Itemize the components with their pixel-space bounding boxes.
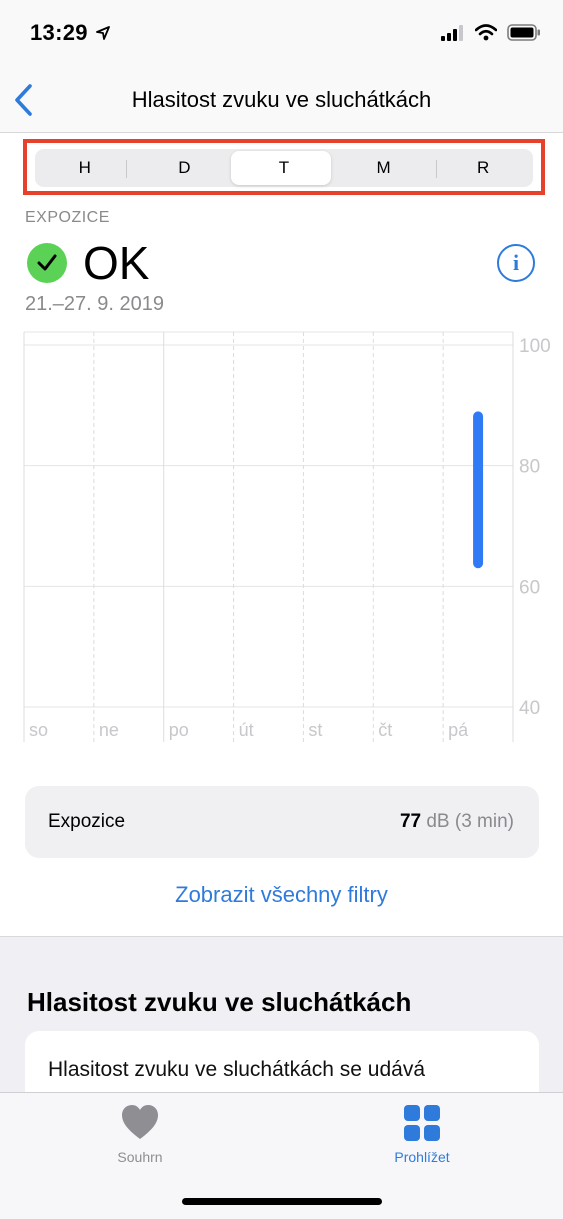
show-all-filters-link[interactable]: Zobrazit všechny filtry bbox=[0, 882, 563, 908]
tab-browse-label: Prohlížet bbox=[394, 1149, 450, 1165]
y-tick-label: 100 bbox=[519, 336, 551, 357]
exposure-chart[interactable]: 100 80 60 40 so ne po út st čt pá bbox=[0, 330, 563, 750]
status-time: 13:29 bbox=[30, 20, 111, 46]
battery-icon bbox=[507, 24, 540, 41]
tab-summary-label: Souhrn bbox=[117, 1149, 163, 1165]
segment-label: D bbox=[178, 158, 191, 177]
x-tick-label: ne bbox=[99, 720, 119, 740]
segment-hour[interactable]: H bbox=[35, 149, 135, 187]
cellular-signal-icon bbox=[441, 25, 463, 41]
exposure-value: 77 dB (3 min) bbox=[400, 811, 514, 833]
info-icon[interactable]: i bbox=[497, 244, 535, 282]
time-range-segmented-control: H D T M R bbox=[35, 149, 533, 187]
status-indicators bbox=[441, 24, 541, 41]
segment-label: M bbox=[376, 158, 391, 177]
exposure-number: 77 bbox=[399, 811, 422, 832]
location-arrow-icon bbox=[96, 26, 111, 40]
tab-summary[interactable]: Souhrn bbox=[80, 1103, 200, 1165]
range-bar bbox=[473, 411, 484, 569]
segment-week[interactable]: T bbox=[231, 149, 334, 187]
nav-bar: Hlasitost zvuku ve sluchátkách bbox=[0, 70, 563, 133]
grid-icon bbox=[404, 1105, 440, 1141]
segment-label: T bbox=[278, 158, 290, 177]
segment-day[interactable]: D bbox=[135, 149, 235, 187]
segment-month[interactable]: M bbox=[334, 149, 434, 187]
exposure-unit: dB (3 min) bbox=[426, 811, 514, 832]
segment-year[interactable]: R bbox=[433, 149, 533, 187]
segment-divider bbox=[436, 160, 437, 178]
section-title: Hlasitost zvuku ve sluchátkách bbox=[27, 987, 412, 1017]
tab-browse[interactable]: Prohlížet bbox=[362, 1103, 482, 1165]
wifi-icon bbox=[475, 24, 497, 41]
exposure-section-label: EXPOZICE bbox=[25, 209, 110, 226]
page-title: Hlasitost zvuku ve sluchátkách bbox=[131, 87, 432, 112]
exposure-status: OK bbox=[27, 238, 149, 288]
segment-divider bbox=[126, 160, 127, 178]
checkmark-icon bbox=[27, 243, 67, 283]
y-tick-label: 80 bbox=[519, 457, 540, 478]
heart-icon bbox=[122, 1105, 158, 1139]
status-bar: 13:29 bbox=[0, 0, 563, 70]
x-tick-label: po bbox=[169, 720, 189, 740]
segment-label: R bbox=[477, 158, 490, 177]
x-tick-label: út bbox=[239, 720, 254, 740]
y-tick-label: 40 bbox=[519, 698, 540, 719]
x-tick-label: čt bbox=[378, 720, 392, 740]
x-tick-label: pá bbox=[448, 720, 469, 740]
status-text: OK bbox=[83, 237, 150, 289]
x-tick-label: so bbox=[29, 720, 48, 740]
home-indicator bbox=[182, 1198, 382, 1205]
exposure-label: Expozice bbox=[48, 811, 126, 832]
date-range: 21.–27. 9. 2019 bbox=[25, 293, 165, 315]
y-tick-label: 60 bbox=[519, 577, 540, 598]
description-text: Hlasitost zvuku ve sluchátkách se udává bbox=[48, 1058, 426, 1081]
segment-label: H bbox=[78, 158, 91, 177]
x-tick-label: st bbox=[308, 720, 322, 740]
exposure-card[interactable]: Expozice 77 dB (3 min) bbox=[25, 786, 539, 858]
